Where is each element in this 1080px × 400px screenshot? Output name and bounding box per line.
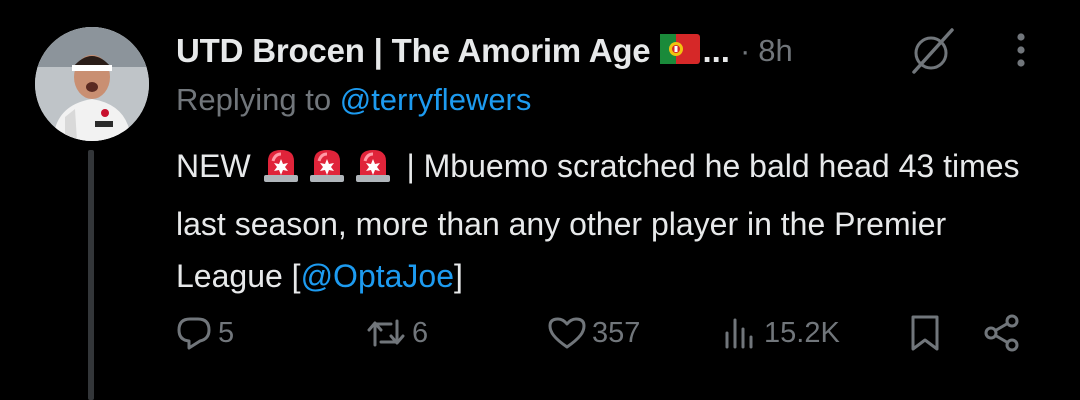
name-truncation: ... bbox=[702, 32, 730, 69]
tweet-header: UTD Brocen | The Amorim Age ... · 8h bbox=[176, 28, 793, 74]
views-button[interactable]: 15.2K bbox=[722, 308, 840, 358]
views-chart-icon bbox=[725, 318, 753, 349]
reply-count: 5 bbox=[218, 316, 235, 349]
tweet[interactable]: UTD Brocen | The Amorim Age ... · 8h Rep… bbox=[0, 0, 1080, 400]
action-bar: 5 6 357 15.2K bbox=[176, 308, 1036, 358]
replying-to-label: Replying to bbox=[176, 82, 332, 117]
portugal-flag-icon bbox=[660, 33, 701, 69]
display-name[interactable]: UTD Brocen | The Amorim Age bbox=[176, 32, 651, 70]
reply-handle-link[interactable]: @terryflewers bbox=[340, 82, 532, 117]
share-icon bbox=[984, 314, 1019, 352]
share-button[interactable] bbox=[982, 308, 1022, 358]
avatar[interactable] bbox=[35, 27, 149, 141]
body-mention-link[interactable]: @OptaJoe bbox=[301, 258, 454, 294]
bookmark-icon bbox=[911, 315, 939, 351]
heart-icon bbox=[548, 317, 586, 349]
reply-button[interactable]: 5 bbox=[176, 308, 234, 358]
thread-line bbox=[88, 150, 94, 400]
repost-button[interactable]: 6 bbox=[366, 308, 428, 358]
repost-icon bbox=[367, 319, 405, 347]
reply-icon bbox=[177, 317, 211, 350]
view-count: 15.2K bbox=[764, 316, 840, 349]
siren-emoji-icon bbox=[260, 146, 302, 198]
tweet-body-close: ] bbox=[454, 258, 463, 294]
tweet-text: NEW | Mbuemo scratched he bald head 43 t… bbox=[176, 140, 1056, 302]
timestamp[interactable]: 8h bbox=[758, 33, 792, 69]
replying-to: Replying to @terryflewers bbox=[176, 82, 531, 118]
bookmark-button[interactable] bbox=[908, 308, 942, 358]
grok-icon[interactable] bbox=[904, 22, 962, 85]
siren-emoji-icon bbox=[306, 146, 348, 198]
siren-emoji-icon bbox=[352, 146, 394, 198]
more-options-icon[interactable] bbox=[1008, 30, 1034, 75]
like-button[interactable]: 357 bbox=[548, 308, 640, 358]
like-count: 357 bbox=[592, 316, 641, 349]
footballer-avatar-icon bbox=[35, 27, 149, 141]
separator-dot: · bbox=[739, 33, 751, 68]
repost-count: 6 bbox=[412, 316, 429, 349]
tweet-lead: NEW bbox=[176, 148, 251, 184]
